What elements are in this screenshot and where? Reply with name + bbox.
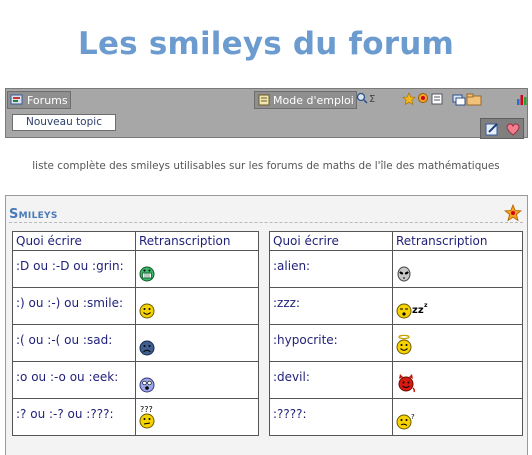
header-code: Quoi écrire [12,231,136,251]
smiley-code: :( ou :-( ou :sad: [12,324,136,362]
smile-smiley-icon [139,303,155,319]
toolbar-icons-d [516,92,528,106]
table-row: :? ou :-? ou :???: ??? [12,398,259,436]
stats-icon[interactable] [516,92,528,106]
header-code: Quoi écrire [269,231,393,251]
toolbar-icons-b [402,92,444,106]
table-row: :D ou :-D ou :grin: [12,250,259,288]
smiley-code: :? ou :-? ou :???: [12,398,136,436]
smiley-code: :D ou :-D ou :grin: [12,250,136,288]
smiley-table-left: Quoi écrire Retranscription :D ou :-D ou… [12,231,259,436]
table-row: :) ou :-) ou :smile: [12,287,259,325]
panel-divider [9,222,523,223]
smiley-preview [135,361,259,399]
star-icon[interactable] [402,92,416,106]
smiley-code: :devil: [269,361,393,399]
toolbar-right-group [480,118,524,139]
table-row: :????: ? [269,398,523,436]
forum-icon [10,94,23,105]
doubt-smiley-icon: ? [396,413,415,430]
smiley-preview [392,324,523,362]
page-title: Les smileys du forum [78,26,454,62]
smiley-table-right: Quoi écrire Retranscription :alien: :zzz… [269,231,523,436]
smiley-code: :) ou :-) ou :smile: [12,287,136,325]
forum-toolbar: Forums Mode d'emploi Σ Nouveau topic [5,88,528,139]
smiley-code: :zzz: [269,287,393,325]
smiley-preview [392,250,523,288]
table-row: :hypocrite: [269,324,523,362]
smiley-preview [135,324,259,362]
edit-icon[interactable] [484,121,500,137]
new-topic-button[interactable]: Nouveau topic [12,114,116,131]
svg-text:?: ? [411,413,415,421]
smiley-code: :o ou :-o ou :eek: [12,361,136,399]
smiley-preview: ? [392,398,523,436]
help-book-icon [258,94,270,106]
toolbar-icons-c [452,92,482,106]
panel-title: Smileys [9,207,58,222]
grin-smiley-icon [139,266,155,282]
smiley-code: :????: [269,398,393,436]
table-row: :o ou :-o ou :eek: [12,361,259,399]
smiley-preview: ??? [135,398,259,436]
award-icon[interactable] [416,92,430,106]
page-description: liste complète des smileys utilisables s… [32,160,500,172]
list-icon[interactable] [430,92,444,106]
smiley-preview [135,250,259,288]
search-icon[interactable] [356,92,368,104]
forums-label: Forums [27,93,68,107]
devil-smiley-icon [398,374,416,393]
forums-link[interactable]: Forums [7,91,71,109]
table-row: :devil: [269,361,523,399]
svg-text:???: ??? [140,405,153,414]
mode-label: Mode d'emploi [273,93,354,107]
svg-text:z: z [424,302,428,309]
faq-icon[interactable] [452,92,466,106]
smileys-panel: Smileys Quoi écrire Retranscription :D o… [5,195,528,455]
toolbar-icons-a: Σ [356,92,378,104]
smiley-code: :alien: [269,250,393,288]
folder-icon[interactable] [466,92,482,106]
header-render: Retranscription [135,231,259,251]
confused-smiley-icon: ??? [139,405,155,429]
smiley-preview [392,361,523,399]
sum-icon[interactable]: Σ [368,92,378,104]
sad-smiley-icon [139,340,155,356]
header-render: Retranscription [392,231,523,251]
svg-text:zz: zz [412,305,424,316]
table-row: :alien: [269,250,523,288]
hypocrite-smiley-icon [396,334,412,355]
table-row: :zzz: zz z [269,287,523,325]
mode-emploi-link[interactable]: Mode d'emploi [254,91,357,109]
star-icon [504,204,522,222]
zzz-smiley-icon: zz z [396,302,428,319]
table-row: :( ou :-( ou :sad: [12,324,259,362]
smiley-preview: zz z [392,287,523,325]
heart-icon[interactable] [505,121,521,137]
svg-text:Σ: Σ [369,94,375,104]
smiley-preview [135,287,259,325]
eek-smiley-icon [139,377,155,393]
alien-smiley-icon [397,266,411,282]
smiley-code: :hypocrite: [269,324,393,362]
